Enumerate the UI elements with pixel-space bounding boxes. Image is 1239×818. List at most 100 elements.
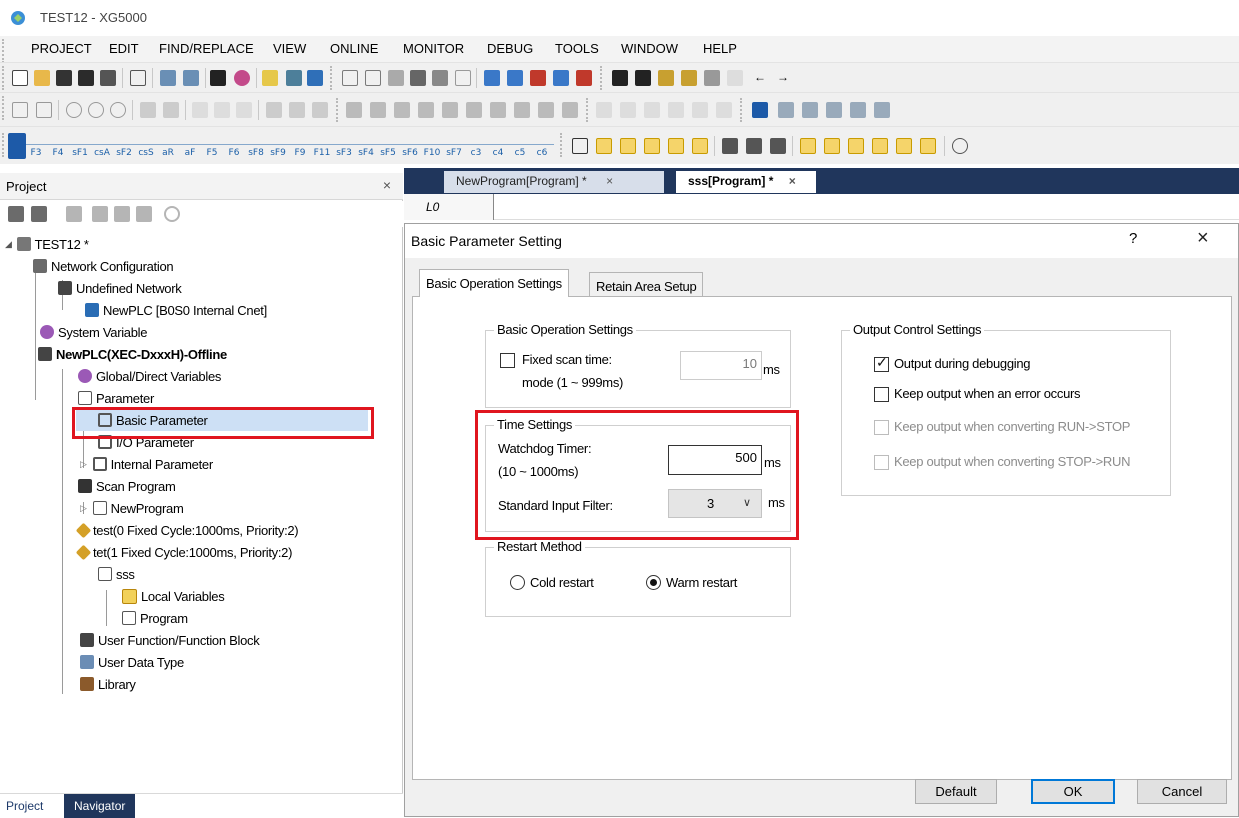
- tree-node-global-variables[interactable]: Global/Direct Variables: [78, 365, 221, 387]
- tree-node-parameter[interactable]: Parameter: [78, 387, 154, 409]
- output-debugging-checkbox[interactable]: ✓: [874, 354, 889, 372]
- new-project-icon[interactable]: [12, 70, 28, 86]
- label-icon[interactable]: [692, 102, 708, 118]
- move-icon[interactable]: [136, 206, 152, 222]
- default-button[interactable]: Default: [915, 779, 997, 804]
- io-skip-icon[interactable]: [236, 102, 252, 118]
- tree-node-local-variables[interactable]: Local Variables: [122, 585, 225, 607]
- sf7-label[interactable]: sF7: [444, 149, 464, 158]
- breakpoint-icon[interactable]: [394, 102, 410, 118]
- replace-all-icon[interactable]: [681, 70, 697, 86]
- tree-node-newplc-cnet[interactable]: NewPLC [B0S0 Internal Cnet]: [85, 299, 267, 321]
- online-connect-icon[interactable]: [160, 70, 176, 86]
- write-icon[interactable]: [88, 102, 104, 118]
- tab-newprogram[interactable]: NewProgram[Program] * ×: [444, 171, 664, 193]
- f4-key-icon[interactable]: [802, 102, 818, 118]
- menu-find-replace[interactable]: FIND/REPLACE: [159, 41, 254, 56]
- fixed-scan-input[interactable]: 10: [680, 351, 762, 380]
- tree-node-undefined-network[interactable]: Undefined Network: [58, 277, 182, 299]
- csa-label[interactable]: csA: [92, 149, 112, 158]
- f3-label[interactable]: F3: [26, 149, 46, 158]
- view-variable-icon[interactable]: [644, 138, 660, 154]
- tree-node-sss[interactable]: sss: [98, 563, 135, 585]
- tree-node-task-tet[interactable]: tet(1 Fixed Cycle:1000ms, Priority:2): [75, 541, 292, 563]
- menu-window[interactable]: WINDOW: [621, 41, 678, 56]
- back-arrow-icon[interactable]: ←: [752, 70, 768, 86]
- debug-option-icon[interactable]: [562, 102, 578, 118]
- system-monitor-icon[interactable]: [312, 102, 328, 118]
- view-ladder-icon[interactable]: [572, 138, 588, 154]
- f3-key-icon[interactable]: [778, 102, 794, 118]
- keep-output-run-stop-checkbox[interactable]: [874, 420, 889, 435]
- f6-key-icon[interactable]: [850, 102, 866, 118]
- find-device-icon[interactable]: [704, 70, 720, 86]
- save-icon[interactable]: [78, 70, 94, 86]
- breakpoint-list-icon[interactable]: [418, 102, 434, 118]
- compile-icon[interactable]: [286, 70, 302, 86]
- ar-label[interactable]: aR: [158, 149, 178, 158]
- ok-button[interactable]: OK: [1031, 779, 1115, 804]
- fixed-scan-checkbox[interactable]: [500, 353, 515, 368]
- debug-stop-icon[interactable]: [538, 102, 554, 118]
- help-button[interactable]: ?: [1129, 230, 1137, 247]
- jump-icon[interactable]: [716, 102, 732, 118]
- esc-key-icon[interactable]: [752, 102, 768, 118]
- delete-icon[interactable]: [455, 70, 471, 86]
- sf4-label[interactable]: sF4: [356, 149, 376, 158]
- online-disconnect-icon[interactable]: [183, 70, 199, 86]
- f5-key-icon[interactable]: [826, 102, 842, 118]
- io-info-icon[interactable]: [214, 102, 230, 118]
- menu-online[interactable]: ONLINE: [330, 41, 378, 56]
- reset-icon[interactable]: [110, 102, 126, 118]
- sso-icon[interactable]: [307, 70, 323, 86]
- view-comment-icon[interactable]: [620, 138, 636, 154]
- tree-node-system-variable[interactable]: System Variable: [40, 321, 147, 343]
- c3-label[interactable]: c3: [466, 149, 486, 158]
- collapse-all-icon[interactable]: [31, 206, 47, 222]
- sf3-label[interactable]: sF3: [334, 149, 354, 158]
- device-var-view-icon[interactable]: [848, 138, 864, 154]
- zoom-out-icon[interactable]: [746, 138, 762, 154]
- goto-icon[interactable]: [727, 70, 743, 86]
- keep-output-stop-run-checkbox[interactable]: [874, 455, 889, 470]
- open-project-icon[interactable]: [34, 70, 50, 86]
- menu-project[interactable]: PROJECT: [31, 41, 92, 56]
- insert-line-icon[interactable]: [484, 70, 500, 86]
- css-label[interactable]: csS: [136, 149, 156, 158]
- tree-node-network-configuration[interactable]: Network Configuration: [33, 255, 174, 277]
- esc-ladder-icon[interactable]: [8, 133, 26, 159]
- view-fb-icon[interactable]: [692, 138, 708, 154]
- mode-stop-icon[interactable]: [36, 102, 52, 118]
- undo-icon[interactable]: [342, 70, 358, 86]
- run-to-cursor-icon[interactable]: [514, 102, 530, 118]
- monitor-view-icon[interactable]: [266, 102, 282, 118]
- zoom-in-icon[interactable]: [722, 138, 738, 154]
- tree-node-user-function[interactable]: User Function/Function Block: [80, 629, 260, 651]
- sf9-label[interactable]: sF9: [268, 149, 288, 158]
- close-button[interactable]: ×: [1197, 227, 1209, 250]
- tab-project[interactable]: Project: [0, 794, 50, 818]
- sf8-label[interactable]: sF8: [246, 149, 266, 158]
- comment-icon[interactable]: [262, 70, 278, 86]
- cancel-button[interactable]: Cancel: [1137, 779, 1227, 804]
- step-over-icon[interactable]: [442, 102, 458, 118]
- warm-restart-radio[interactable]: [646, 575, 661, 590]
- tab-navigator[interactable]: Navigator: [64, 794, 136, 818]
- f11-label[interactable]: F11: [312, 149, 332, 158]
- read-icon[interactable]: [66, 102, 82, 118]
- cold-restart-radio[interactable]: [510, 575, 525, 590]
- sf2-label[interactable]: sF2: [114, 149, 134, 158]
- tree-node-newplc-offline[interactable]: NewPLC(XEC-DxxxH)-Offline: [38, 343, 227, 365]
- tree-node-library[interactable]: Library: [80, 673, 136, 695]
- step-out-icon[interactable]: [490, 102, 506, 118]
- delete-line-icon[interactable]: [530, 70, 546, 86]
- view-device-icon[interactable]: [668, 138, 684, 154]
- replace-icon[interactable]: [658, 70, 674, 86]
- trend-icon[interactable]: [289, 102, 305, 118]
- f4-label[interactable]: F4: [48, 149, 68, 158]
- menu-tools[interactable]: TOOLS: [555, 41, 599, 56]
- var-view-icon[interactable]: [800, 138, 816, 154]
- menu-view[interactable]: VIEW: [273, 41, 306, 56]
- var-comment-view-icon[interactable]: [896, 138, 912, 154]
- close-icon[interactable]: ×: [383, 177, 391, 193]
